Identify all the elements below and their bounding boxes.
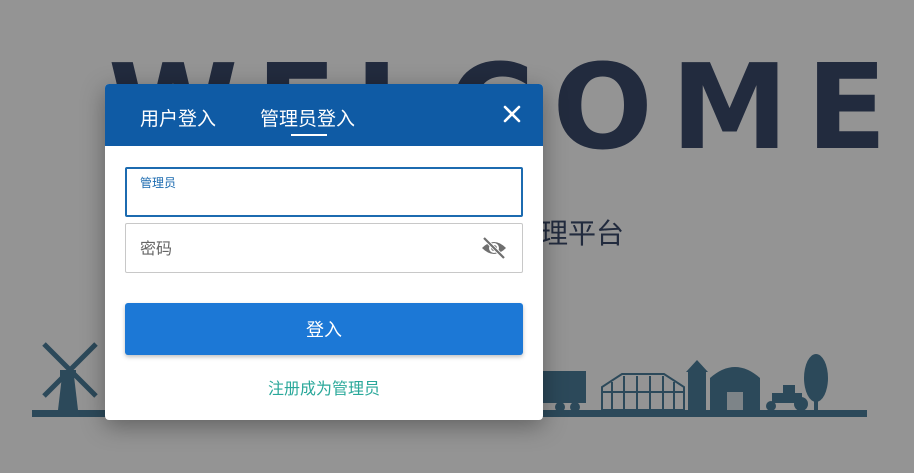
password-input[interactable] — [126, 224, 522, 272]
login-dialog: 用户登入 管理员登入 管理员 登入 注册成为管理员 — [105, 84, 543, 420]
dialog-header: 用户登入 管理员登入 — [105, 84, 543, 146]
tab-admin-login[interactable]: 管理员登入 — [260, 104, 355, 131]
tab-user-login[interactable]: 用户登入 — [140, 104, 216, 131]
eye-slash-icon[interactable] — [480, 236, 508, 260]
admin-username-field: 管理员 — [125, 167, 523, 217]
admin-username-input[interactable] — [127, 169, 521, 215]
close-icon[interactable] — [501, 103, 523, 125]
password-field — [125, 223, 523, 273]
active-tab-indicator — [291, 134, 327, 136]
login-button[interactable]: 登入 — [125, 303, 523, 355]
register-admin-link[interactable]: 注册成为管理员 — [105, 375, 543, 399]
